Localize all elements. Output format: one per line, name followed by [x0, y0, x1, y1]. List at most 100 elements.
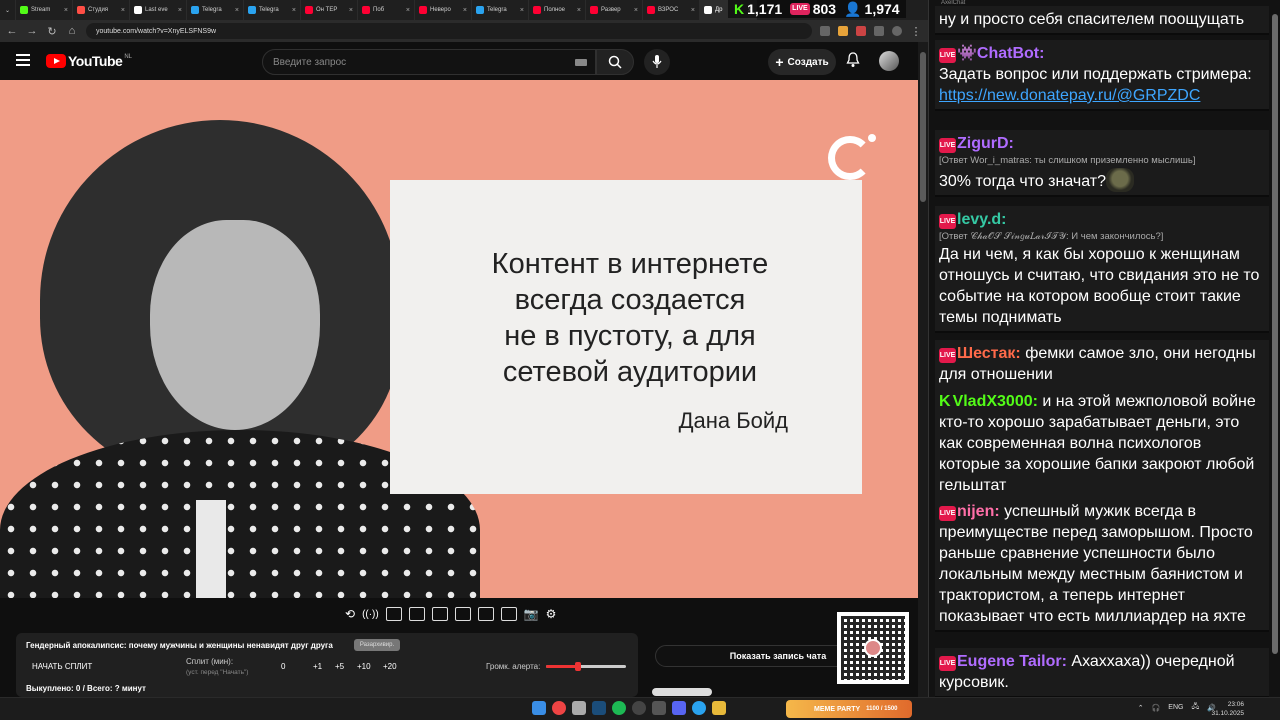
meme-party-widget[interactable]: MEME PARTY 1100 / 1500 [786, 700, 912, 718]
steam-icon[interactable] [592, 701, 606, 715]
split-step-button[interactable]: +20 [383, 662, 397, 671]
discord-icon[interactable] [672, 701, 686, 715]
app-icon[interactable] [652, 701, 666, 715]
keyboard-icon[interactable] [575, 59, 587, 66]
tab-close-icon[interactable]: × [691, 7, 695, 14]
network-icon[interactable]: 🖧 [1191, 702, 1199, 713]
qr-code [837, 612, 909, 684]
search-button[interactable] [596, 49, 634, 75]
telegram-icon[interactable] [692, 701, 706, 715]
profile-icon[interactable] [892, 26, 902, 36]
chat-username[interactable]: nijen: [957, 503, 1000, 520]
chat-username[interactable]: Eugene Tailor: [957, 653, 1067, 670]
language-indicator[interactable]: ENG [1168, 704, 1183, 711]
split-step-button[interactable]: +1 [313, 662, 322, 671]
pip-icon[interactable] [431, 607, 448, 621]
menu-burger-icon[interactable] [16, 54, 30, 66]
tab-close-icon[interactable]: × [577, 7, 581, 14]
browser-tab[interactable]: ВЗРОС × [643, 0, 700, 20]
extension-icon[interactable] [820, 26, 830, 36]
forward-icon[interactable]: → [26, 25, 38, 37]
player-tools: ⟲ ((·)) 📷 ⚙ [345, 604, 556, 624]
spotify-icon[interactable] [612, 701, 626, 715]
browser-tab[interactable]: Студия × [73, 0, 130, 20]
chat-link[interactable]: https://new.donatepay.ru/@GRPZDC [939, 85, 1265, 106]
headphones-icon[interactable]: 🎧 [1152, 704, 1161, 712]
search-input[interactable]: Введите запрос [262, 49, 596, 75]
tab-close-icon[interactable]: × [121, 7, 125, 14]
alert-volume-slider[interactable] [546, 662, 626, 671]
chat-scrollbar[interactable] [1271, 6, 1279, 696]
tab-close-icon[interactable]: × [292, 7, 296, 14]
home-icon[interactable]: ⌂ [66, 25, 78, 37]
notifications-bell-icon[interactable] [846, 52, 860, 68]
clapperboard-icon[interactable] [408, 607, 425, 621]
windows-start-icon[interactable] [532, 701, 546, 715]
explorer-icon[interactable] [712, 701, 726, 715]
browser-tab[interactable]: Он ТЕР × [301, 0, 358, 20]
screen-icon[interactable] [385, 607, 402, 621]
account-avatar[interactable] [879, 51, 899, 71]
tab-close-icon[interactable]: × [406, 7, 410, 14]
browser-tab[interactable]: Last eve × [130, 0, 187, 20]
alert-volume-knob[interactable] [575, 662, 581, 671]
browser-tab[interactable]: Stream × [16, 0, 73, 20]
settings-gear-icon[interactable]: ⚙ [546, 607, 557, 621]
browser-tab[interactable]: Неверо × [415, 0, 472, 20]
split-step-button[interactable]: +5 [335, 662, 344, 671]
unarchive-button[interactable]: Разархивир. [354, 639, 400, 651]
chevron-up-icon[interactable]: ⌃ [1138, 704, 1144, 712]
settings-icon[interactable] [572, 701, 586, 715]
menu-icon[interactable]: ⋮ [910, 25, 922, 38]
chat-username[interactable]: levy.d: [957, 211, 1007, 228]
browser-tab[interactable]: Развер × [586, 0, 643, 20]
tab-close-icon[interactable]: × [235, 7, 239, 14]
cinema-mode-icon[interactable] [454, 607, 471, 621]
camera-icon[interactable]: 📷 [524, 607, 539, 621]
browser-tab[interactable]: Telegra × [244, 0, 301, 20]
tab-favicon-icon [20, 6, 28, 14]
split-step-button[interactable]: +10 [357, 662, 371, 671]
loop-icon[interactable]: ⟲ [345, 607, 355, 621]
obs-icon[interactable] [632, 701, 646, 715]
subtitles-icon[interactable] [477, 607, 494, 621]
scroll-indicator [652, 688, 712, 696]
broadcast-icon[interactable]: ((·)) [362, 609, 379, 620]
chat-username[interactable]: VladX3000: [953, 393, 1038, 410]
tab-close-icon[interactable]: × [64, 7, 68, 14]
page-scrollbar[interactable] [918, 42, 928, 697]
chat-scrollbar-thumb[interactable] [1272, 14, 1278, 654]
kick-icon: K [734, 1, 745, 17]
browser-tab[interactable]: Telegra × [472, 0, 529, 20]
create-button[interactable]: + Создать [768, 49, 836, 75]
browser-tab[interactable]: Поб × [358, 0, 415, 20]
tab-list-button[interactable]: ⌄ [0, 0, 16, 20]
start-split-button[interactable]: НАЧАТЬ СПЛИТ [32, 662, 92, 671]
tab-favicon-icon [134, 6, 142, 14]
tab-close-icon[interactable]: × [349, 7, 353, 14]
browser-tab[interactable]: Telegra × [187, 0, 244, 20]
browser-tab[interactable]: Полное × [529, 0, 586, 20]
chrome-icon[interactable] [552, 701, 566, 715]
voice-search-button[interactable] [644, 49, 670, 75]
chat-username[interactable]: 👾ChatBot: [957, 45, 1044, 62]
tab-close-icon[interactable]: × [178, 7, 182, 14]
video-player[interactable]: Контент в интернете всегда создается не … [0, 80, 918, 598]
tab-favicon-icon [248, 6, 256, 14]
page-scrollbar-thumb[interactable] [920, 52, 926, 202]
tab-close-icon[interactable]: × [520, 7, 524, 14]
clock[interactable]: 23:06 31.10.2025 [1211, 700, 1244, 718]
reload-icon[interactable]: ↻ [46, 25, 58, 38]
tab-close-icon[interactable]: × [634, 7, 638, 14]
chat-username[interactable]: ZigurD: [957, 135, 1014, 152]
chat-message: LIVE levy.d: [Ответ 𝒞𝒽𝒶𝒪𝒮 𝒮𝒾𝓃𝑔𝓊𝐿𝒶𝓇ℐ𝒯𝒴: И … [935, 206, 1269, 333]
download-icon[interactable] [874, 26, 884, 36]
url-field[interactable]: youtube.com/watch?v=XnyELSFNS9w [86, 23, 812, 39]
add-marker-icon[interactable] [500, 607, 517, 621]
tab-close-icon[interactable]: × [463, 7, 467, 14]
extension-icon[interactable] [856, 26, 866, 36]
youtube-logo[interactable]: YouTube NL [46, 53, 132, 69]
back-icon[interactable]: ← [6, 25, 18, 37]
extension-icon[interactable] [838, 26, 848, 36]
chat-username[interactable]: Шестак: [957, 345, 1021, 362]
